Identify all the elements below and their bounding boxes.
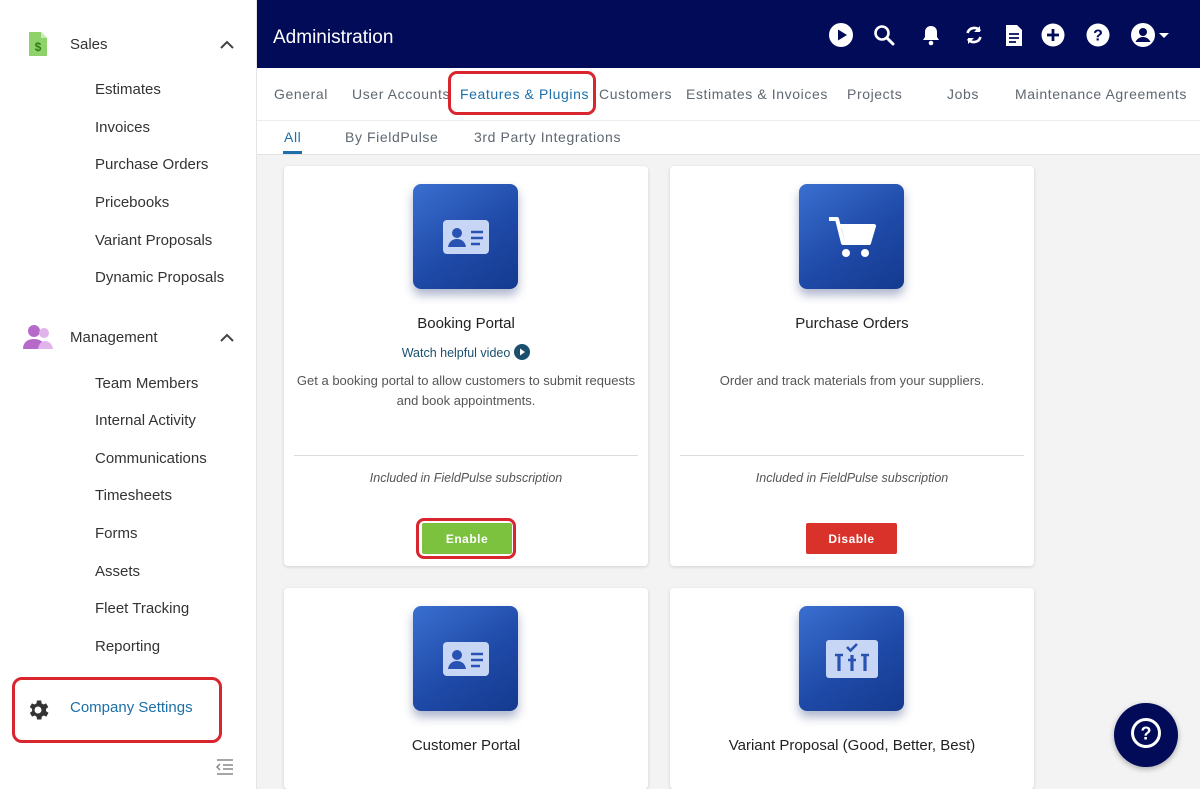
subtab-by-fieldpulse[interactable]: By FieldPulse bbox=[345, 129, 438, 145]
tab-highlight bbox=[448, 71, 596, 115]
play-icon[interactable] bbox=[828, 22, 854, 48]
card-title: Customer Portal bbox=[411, 737, 521, 754]
sidebar-item-pricebooks[interactable]: Pricebooks bbox=[95, 192, 169, 214]
sidebar-item-estimates[interactable]: Estimates bbox=[95, 79, 161, 101]
sidebar-item-forms[interactable]: Forms bbox=[95, 523, 138, 545]
feature-card-customer-portal: Customer Portal bbox=[284, 588, 648, 789]
card-title: Booking Portal bbox=[417, 315, 515, 332]
sidebar-item-company-settings[interactable]: Company Settings bbox=[12, 677, 222, 743]
help-icon: ? bbox=[1130, 717, 1162, 754]
subtab-3rd-party-integrations[interactable]: 3rd Party Integrations bbox=[474, 129, 621, 145]
sidebar-item-timesheets[interactable]: Timesheets bbox=[95, 485, 172, 507]
tab-user-accounts[interactable]: User Accounts bbox=[352, 86, 450, 102]
sidebar-section-label: Sales bbox=[70, 35, 108, 53]
card-divider bbox=[680, 455, 1024, 456]
card-description: Get a booking portal to allow customers … bbox=[296, 373, 636, 408]
bell-icon[interactable] bbox=[918, 22, 944, 48]
card-description: Order and track materials from your supp… bbox=[719, 373, 985, 388]
company-settings-label: Company Settings bbox=[70, 699, 193, 716]
card-title: Purchase Orders bbox=[795, 315, 909, 332]
subscription-note: Included in FieldPulse subscription bbox=[369, 471, 563, 485]
sidebar-section-management[interactable]: Management bbox=[0, 317, 257, 357]
tab-maintenance-agreements[interactable]: Maintenance Agreements bbox=[1015, 86, 1187, 102]
watch-video-link[interactable]: Watch helpful video bbox=[284, 344, 648, 360]
gear-icon bbox=[25, 697, 51, 723]
people-icon bbox=[22, 321, 54, 353]
sidebar-item-reporting[interactable]: Reporting bbox=[95, 636, 160, 658]
dollar-document-icon: $ bbox=[22, 28, 54, 60]
add-icon[interactable] bbox=[1040, 22, 1066, 48]
active-subtab-indicator bbox=[283, 151, 302, 154]
feature-card-purchase-orders: Purchase Orders Order and track material… bbox=[670, 166, 1034, 566]
tab-general[interactable]: General bbox=[274, 86, 328, 102]
page-title: Administration bbox=[273, 27, 394, 48]
sidebar-item-dynamic-proposals[interactable]: Dynamic Proposals bbox=[95, 267, 224, 289]
subscription-note: Included in FieldPulse subscription bbox=[755, 471, 949, 485]
collapse-sidebar-icon[interactable] bbox=[215, 758, 235, 776]
card-divider bbox=[294, 455, 638, 456]
sidebar-item-variant-proposals[interactable]: Variant Proposals bbox=[95, 230, 212, 252]
sidebar: $ Sales Estimates Invoices Purchase Orde… bbox=[0, 0, 257, 789]
tab-estimates-invoices[interactable]: Estimates & Invoices bbox=[686, 86, 828, 102]
chevron-up-icon[interactable] bbox=[218, 328, 236, 346]
help-icon[interactable]: ? bbox=[1085, 22, 1111, 48]
search-icon[interactable] bbox=[871, 22, 897, 48]
card-title: Variant Proposal (Good, Better, Best) bbox=[728, 737, 976, 754]
sidebar-item-invoices[interactable]: Invoices bbox=[95, 117, 150, 139]
tab-projects[interactable]: Projects bbox=[847, 86, 902, 102]
sidebar-item-internal-activity[interactable]: Internal Activity bbox=[95, 410, 196, 432]
sidebar-item-fleet-tracking[interactable]: Fleet Tracking bbox=[95, 598, 189, 620]
sub-tabs: All By FieldPulse 3rd Party Integrations bbox=[257, 121, 1200, 155]
play-circle-icon[interactable] bbox=[514, 344, 531, 360]
sidebar-item-communications[interactable]: Communications bbox=[95, 448, 207, 470]
refresh-icon[interactable] bbox=[961, 22, 987, 48]
user-menu-icon[interactable] bbox=[1130, 22, 1174, 48]
svg-text:?: ? bbox=[1141, 723, 1152, 743]
id-card-icon bbox=[413, 606, 518, 711]
top-bar: Administration ? bbox=[257, 0, 1200, 68]
svg-text:?: ? bbox=[1093, 28, 1103, 45]
chevron-up-icon[interactable] bbox=[218, 35, 236, 53]
shopping-cart-icon bbox=[799, 184, 904, 289]
comparison-icon bbox=[799, 606, 904, 711]
sidebar-item-team-members[interactable]: Team Members bbox=[95, 373, 198, 395]
sidebar-section-sales[interactable]: $ Sales bbox=[0, 24, 257, 64]
id-card-icon bbox=[413, 184, 518, 289]
sidebar-item-purchase-orders[interactable]: Purchase Orders bbox=[95, 154, 208, 176]
feature-card-variant-proposal: Variant Proposal (Good, Better, Best) bbox=[670, 588, 1034, 789]
document-icon[interactable] bbox=[1001, 22, 1027, 48]
sidebar-section-label: Management bbox=[70, 328, 158, 346]
video-link-label: Watch helpful video bbox=[401, 346, 511, 360]
subtab-all[interactable]: All bbox=[284, 129, 301, 145]
feature-card-booking-portal: Booking Portal Watch helpful video Get a… bbox=[284, 166, 648, 566]
enable-button[interactable]: Enable bbox=[422, 523, 512, 554]
sidebar-item-assets[interactable]: Assets bbox=[95, 561, 140, 583]
main-tabs: General User Accounts Features & Plugins… bbox=[257, 68, 1200, 121]
svg-text:$: $ bbox=[35, 40, 42, 54]
help-chat-button[interactable]: ? bbox=[1114, 703, 1178, 767]
tab-jobs[interactable]: Jobs bbox=[947, 86, 979, 102]
disable-button[interactable]: Disable bbox=[806, 523, 897, 554]
tab-customers[interactable]: Customers bbox=[599, 86, 672, 102]
